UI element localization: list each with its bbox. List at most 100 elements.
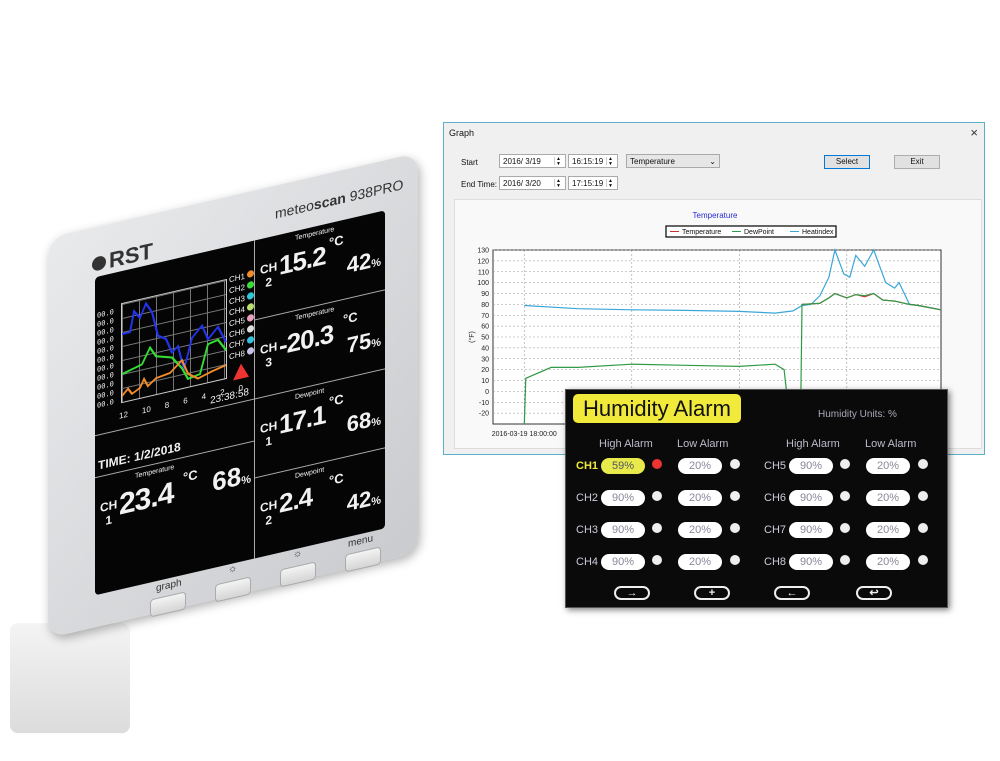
reading-value: 2.4 bbox=[279, 481, 313, 519]
reading-label: Dewpoint bbox=[295, 387, 325, 402]
y-tick-label: 10 bbox=[481, 378, 489, 385]
legend-item: DewPoint bbox=[744, 229, 774, 236]
alarm-title: Humidity Alarm bbox=[573, 394, 741, 423]
low-alarm-input[interactable]: 20% bbox=[866, 458, 910, 474]
device-history-graph bbox=[121, 278, 227, 404]
y-tick-label: -20 bbox=[479, 411, 489, 418]
low-alarm-input[interactable]: 20% bbox=[866, 522, 910, 538]
legend-item: Heatindex bbox=[802, 229, 834, 236]
y-tick-label: 90 bbox=[481, 291, 489, 298]
reading-unit: °C bbox=[343, 308, 358, 328]
y-tick-label: 20 bbox=[481, 367, 489, 374]
x-label: 10 bbox=[141, 404, 151, 416]
y-tick-label: -10 bbox=[479, 400, 489, 407]
channel-legend: CH1 CH2 CH3 CH4 CH5 CH6 CH7 CH8 bbox=[229, 269, 255, 363]
reading-channel: CH 2 bbox=[260, 259, 278, 290]
x-tick-label: 2016-03-19 18:00:00 bbox=[492, 431, 557, 438]
reading-value: 15.2 bbox=[279, 240, 326, 281]
reading-channel: CH 1 bbox=[260, 418, 278, 449]
humidity-alarm-panel: Humidity Alarm Humidity Units: % High Al… bbox=[565, 389, 948, 608]
reading-channel: CH 1 bbox=[100, 497, 118, 528]
reading-unit: °C bbox=[329, 469, 344, 489]
x-label: 8 bbox=[164, 400, 170, 411]
pointer-icon[interactable] bbox=[840, 523, 850, 533]
reading-unit: °C bbox=[183, 466, 198, 485]
reading-unit: °C bbox=[329, 390, 344, 410]
alarm-row: CH6 90% 20% bbox=[566, 488, 949, 508]
high-alarm-input[interactable]: 90% bbox=[789, 490, 833, 506]
reading-value: 23.4 bbox=[119, 476, 174, 522]
brightness-icon: ☼ bbox=[293, 547, 303, 561]
device-line-green bbox=[121, 338, 227, 381]
channel-dot-icon bbox=[247, 291, 255, 301]
reading-channel: CH 3 bbox=[260, 339, 278, 370]
readings-column: Temperature CH 2 15.2 °C 42% Temperature CH 3 -20… bbox=[255, 210, 385, 558]
alarm-row: CH7 90% 20% bbox=[566, 520, 949, 540]
channel-label: CH7 bbox=[764, 524, 787, 536]
legend-item: Temperature bbox=[682, 229, 721, 236]
channel-label: CH8 bbox=[764, 556, 787, 568]
low-alarm-header: Low Alarm bbox=[865, 438, 917, 450]
add-button[interactable]: + bbox=[694, 586, 730, 600]
x-label: 4 bbox=[201, 391, 207, 402]
y-tick-label: 80 bbox=[481, 302, 489, 309]
alarm-row: CH8 90% 20% bbox=[566, 552, 949, 572]
high-alarm-header: High Alarm bbox=[786, 438, 840, 450]
y-axis-label: (°F) bbox=[468, 331, 476, 343]
high-alarm-input[interactable]: 90% bbox=[789, 522, 833, 538]
channel-dot-icon bbox=[247, 302, 255, 312]
high-alarm-input[interactable]: 90% bbox=[789, 458, 833, 474]
y-tick-label: 60 bbox=[481, 324, 489, 331]
next-button[interactable]: → bbox=[614, 586, 650, 600]
pointer-icon[interactable] bbox=[918, 555, 928, 565]
low-alarm-input[interactable]: 20% bbox=[866, 554, 910, 570]
back-button[interactable]: ↩ bbox=[856, 586, 892, 600]
channel-dot-icon bbox=[247, 346, 255, 356]
y-tick-label: 30 bbox=[481, 356, 489, 363]
low-alarm-input[interactable]: 20% bbox=[866, 490, 910, 506]
channel-dot-icon bbox=[247, 335, 255, 345]
high-alarm-input[interactable]: 90% bbox=[789, 554, 833, 570]
reading-value: 17.1 bbox=[279, 399, 326, 440]
y-tick-label: 70 bbox=[481, 313, 489, 320]
channel-dot-icon bbox=[247, 324, 255, 334]
reading-humidity: 68% bbox=[346, 406, 381, 438]
reading-value: -20.3 bbox=[279, 318, 334, 361]
device-stand bbox=[10, 623, 130, 734]
y-tick-label: 110 bbox=[478, 269, 489, 276]
device-screen: 00.0 00.0 00.0 00.0 00.0 00.0 00.0 00.0 00.0 00.0… bbox=[95, 210, 385, 596]
device-graph-y-labels: 00.0 00.0 00.0 00.0 00.0 00.0 00.0 00.0 00.0 00.0… bbox=[97, 308, 114, 411]
brightness-icon: ☼ bbox=[228, 562, 238, 576]
reading-label: Dewpoint bbox=[295, 466, 325, 481]
prev-button[interactable]: ← bbox=[774, 586, 810, 600]
warning-icon bbox=[233, 361, 249, 381]
high-alarm-header: High Alarm bbox=[599, 438, 653, 450]
channel-dot-icon bbox=[247, 313, 255, 323]
device-line-orange bbox=[121, 358, 227, 397]
y-tick-label: 100 bbox=[477, 280, 489, 287]
channel-dot-icon bbox=[247, 280, 255, 290]
reading-humidity: 42% bbox=[346, 485, 381, 517]
chart-title: Temperature bbox=[693, 211, 738, 220]
pointer-icon[interactable] bbox=[840, 555, 850, 565]
pointer-icon[interactable] bbox=[918, 459, 928, 469]
x-label: 6 bbox=[183, 395, 188, 406]
channel-label: CH6 bbox=[764, 492, 787, 504]
pointer-icon[interactable] bbox=[840, 491, 850, 501]
pointer-icon[interactable] bbox=[918, 523, 928, 533]
humidity-units: Humidity Units: % bbox=[818, 409, 897, 420]
channel-dot-icon bbox=[247, 269, 255, 279]
y-tick-label: 130 bbox=[477, 248, 489, 255]
reading-humidity: 42% bbox=[346, 247, 381, 279]
reading-humidity: 68% bbox=[212, 460, 251, 498]
pointer-icon[interactable] bbox=[840, 459, 850, 469]
pointer-icon[interactable] bbox=[918, 491, 928, 501]
y-tick-label: 120 bbox=[477, 258, 489, 265]
device-graph-lines bbox=[121, 301, 227, 397]
x-label: 12 bbox=[119, 409, 128, 421]
reading-channel: CH 2 bbox=[260, 497, 278, 528]
y-tick-label: 50 bbox=[481, 335, 489, 342]
reading-unit: °C bbox=[329, 231, 344, 251]
channel-label: CH5 bbox=[764, 460, 787, 472]
y-tick-label: 40 bbox=[481, 345, 489, 352]
